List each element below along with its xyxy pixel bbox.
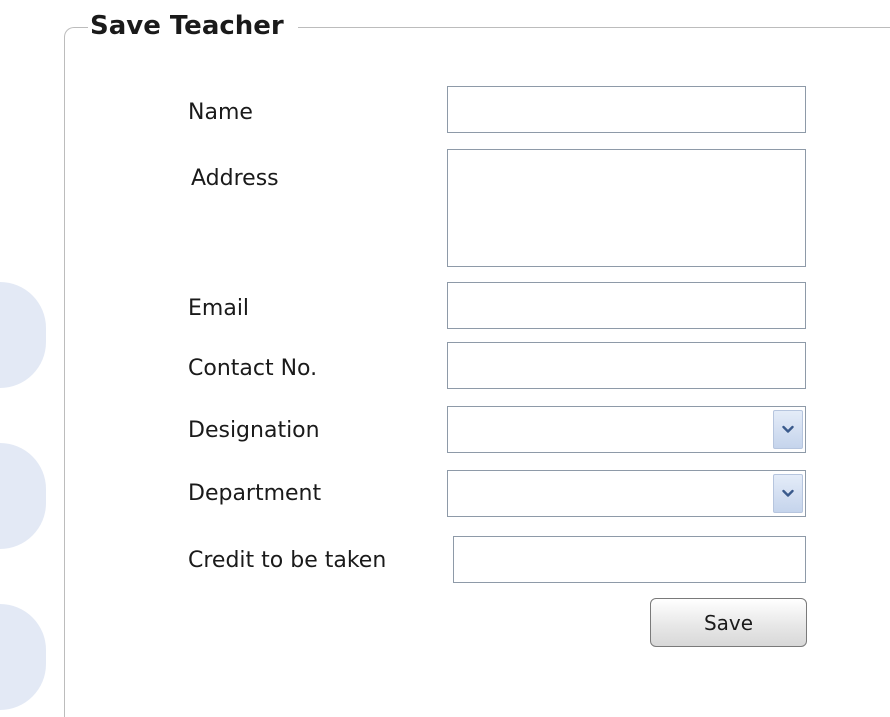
designation-label: Designation: [188, 418, 320, 443]
contact-field[interactable]: [447, 342, 806, 389]
name-field[interactable]: [447, 86, 806, 133]
background-shape: [0, 604, 46, 710]
credit-label: Credit to be taken: [188, 548, 387, 573]
department-select[interactable]: [447, 470, 806, 517]
form-title: Save Teacher: [88, 6, 298, 46]
credit-field[interactable]: [453, 536, 806, 583]
address-label: Address: [191, 166, 279, 191]
background-shape: [0, 282, 46, 388]
background-shape: [0, 443, 46, 549]
designation-dropdown-button[interactable]: [773, 410, 803, 449]
email-field[interactable]: [447, 282, 806, 329]
contact-label: Contact No.: [188, 356, 318, 381]
chevron-down-icon: [782, 425, 794, 433]
department-dropdown-button[interactable]: [773, 474, 803, 513]
department-label: Department: [188, 481, 322, 506]
save-button[interactable]: Save: [650, 598, 807, 647]
name-label: Name: [188, 100, 253, 125]
address-field[interactable]: [447, 149, 806, 267]
chevron-down-icon: [782, 489, 794, 497]
designation-select[interactable]: [447, 406, 806, 453]
email-label: Email: [188, 296, 250, 321]
